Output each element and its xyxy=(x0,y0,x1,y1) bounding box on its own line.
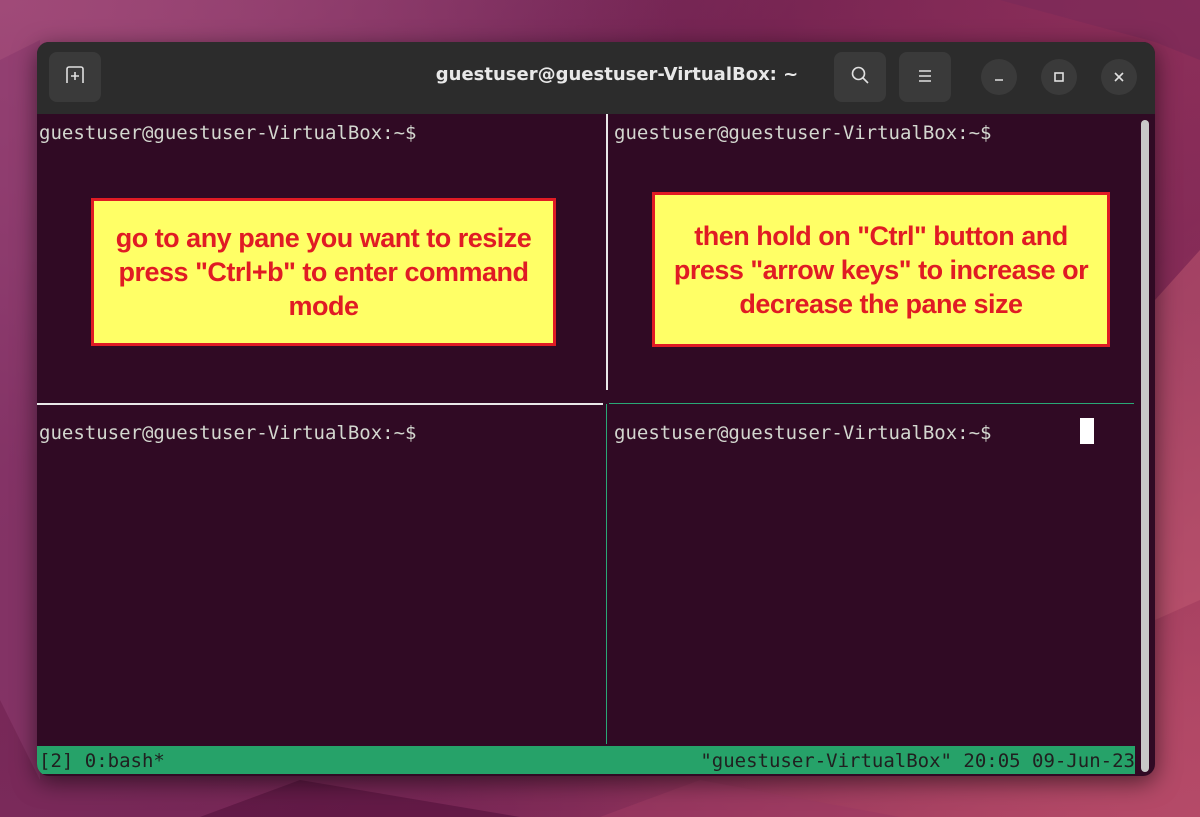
minimize-icon xyxy=(993,68,1005,87)
minimize-button[interactable] xyxy=(981,59,1017,95)
pane-top-left-prompt: guestuser@guestuser-VirtualBox:~$ xyxy=(39,122,417,144)
close-button[interactable] xyxy=(1101,59,1137,95)
window-title: guestuser@guestuser-VirtualBox: ~ xyxy=(435,64,799,85)
terminal-window: guestuser@guestuser-VirtualBox: ~ guestu… xyxy=(37,42,1155,776)
new-tab-icon xyxy=(65,66,85,88)
annotation-right-text: then hold on "Ctrl" button and press "ar… xyxy=(673,220,1089,319)
status-host-time: "guestuser-VirtualBox" 20:05 09-Jun-23 xyxy=(700,750,1135,772)
search-button[interactable] xyxy=(834,52,886,102)
annotation-left: go to any pane you want to resize press … xyxy=(91,198,556,346)
titlebar: guestuser@guestuser-VirtualBox: ~ xyxy=(37,42,1155,114)
pane-divider-vertical-top[interactable] xyxy=(606,114,608,390)
tmux-status-bar: [2] 0:bash* "guestuser-VirtualBox" 20:05… xyxy=(37,746,1135,774)
text-cursor xyxy=(1080,418,1094,444)
status-session: [2] 0:bash* xyxy=(39,750,165,772)
menu-button[interactable] xyxy=(899,52,951,102)
close-icon xyxy=(1113,68,1125,87)
new-tab-button[interactable] xyxy=(49,52,101,102)
annotation-right: then hold on "Ctrl" button and press "ar… xyxy=(652,192,1110,347)
pane-divider-horizontal-right[interactable] xyxy=(609,403,1134,404)
pane-bottom-right-prompt: guestuser@guestuser-VirtualBox:~$ xyxy=(614,422,992,444)
search-icon xyxy=(850,65,870,89)
pane-divider-horizontal-left[interactable] xyxy=(37,403,603,405)
pane-divider-vertical-bottom[interactable] xyxy=(606,404,607,744)
maximize-button[interactable] xyxy=(1041,59,1077,95)
pane-bottom-left-prompt: guestuser@guestuser-VirtualBox:~$ xyxy=(39,422,417,444)
annotation-left-text: go to any pane you want to resize press … xyxy=(115,223,532,321)
maximize-icon xyxy=(1053,68,1065,87)
pane-top-right-prompt: guestuser@guestuser-VirtualBox:~$ xyxy=(614,122,992,144)
hamburger-menu-icon xyxy=(917,68,933,87)
scrollbar[interactable] xyxy=(1141,120,1149,772)
